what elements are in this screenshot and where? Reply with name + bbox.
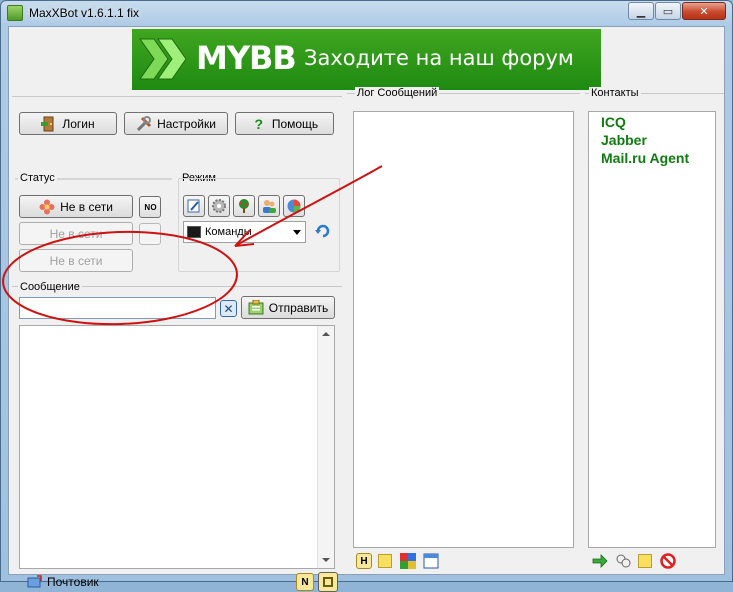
title-bar[interactable]: MaxXBot v1.6.1.1 fix ▁ ▭ ✕ <box>1 1 732 25</box>
contact-item[interactable]: ICQ <box>601 114 626 130</box>
main-window: MaxXBot v1.6.1.1 fix ▁ ▭ ✕ MYBB Заходите… <box>0 0 733 592</box>
n-toggle-button[interactable]: N <box>296 573 314 591</box>
contacts-group-label: Контакты <box>589 87 641 99</box>
contact-item[interactable]: Jabber <box>601 132 647 148</box>
refresh-icon <box>315 224 330 238</box>
mode-command-value: Команды <box>205 226 252 238</box>
help-button[interactable]: ? Помощь <box>235 112 334 135</box>
minimize-icon: ▁ <box>636 5 646 18</box>
ad-banner[interactable]: MYBB Заходите на наш форум <box>132 29 601 90</box>
status-offline-label: Не в сети <box>60 199 113 214</box>
close-button[interactable]: ✕ <box>682 2 726 20</box>
folder-icon[interactable] <box>638 554 652 568</box>
pie-chart-icon <box>287 199 301 213</box>
users-icon <box>263 200 276 213</box>
clear-message-button[interactable]: ✕ <box>220 300 237 317</box>
window-title: MaxXBot v1.6.1.1 fix <box>29 6 140 20</box>
left-panel: Логин Настройки ? Помощь Статус Не в сет… <box>12 96 342 592</box>
status-secondary-button[interactable]: Не в сети <box>19 222 133 245</box>
h-toggle-button[interactable]: H <box>356 553 372 569</box>
send-label: Отправить <box>268 300 329 315</box>
message-history[interactable] <box>19 325 335 569</box>
message-log[interactable] <box>353 111 574 548</box>
gear-icon <box>212 199 226 213</box>
indicator-text: N O <box>144 202 156 212</box>
copy-icon <box>323 577 333 587</box>
message-history-scrollbar[interactable] <box>317 326 334 568</box>
door-icon <box>41 116 54 131</box>
settings-label: Настройки <box>157 116 216 131</box>
help-label: Помощь <box>271 116 319 131</box>
clear-icon: ✕ <box>223 301 234 316</box>
login-button[interactable]: Логин <box>19 112 117 135</box>
banner-slogan: Заходите на наш форум <box>304 46 574 70</box>
chevron-down-icon <box>293 230 301 235</box>
tools-icon <box>137 115 152 131</box>
status-group-label: Статус <box>18 172 57 184</box>
network-indicator[interactable]: N O <box>139 196 161 218</box>
window-icon[interactable] <box>423 553 439 569</box>
group-users-icon[interactable] <box>615 553 631 569</box>
mode-users-button[interactable] <box>258 195 280 217</box>
minimize-button[interactable]: ▁ <box>628 2 654 20</box>
message-group-label: Сообщение <box>18 281 82 293</box>
log-panel: Лог Сообщений H <box>347 87 580 572</box>
send-message-icon <box>248 299 264 314</box>
mode-command-select[interactable]: Команды <box>183 221 306 243</box>
refresh-button[interactable] <box>314 222 332 240</box>
h-toggle-label: H <box>360 555 368 567</box>
status-tertiary-label: Не в сети <box>49 253 103 268</box>
pencil-icon <box>187 199 200 213</box>
contacts-list[interactable]: ICQ Jabber Mail.ru Agent <box>588 111 716 548</box>
banner-logo-text: MYBB <box>196 39 297 77</box>
secondary-indicator[interactable] <box>139 223 161 245</box>
mode-tree-button[interactable] <box>233 195 255 217</box>
window-controls: ▁ ▭ ✕ <box>627 2 726 20</box>
terminal-icon <box>187 226 201 238</box>
block-icon[interactable] <box>660 553 676 569</box>
client-area: MYBB Заходите на наш форум Логин Настрой… <box>8 26 725 592</box>
settings-button[interactable]: Настройки <box>124 112 228 135</box>
login-label: Логин <box>62 116 95 131</box>
message-input[interactable] <box>19 297 216 319</box>
n-toggle-label: N <box>301 576 309 588</box>
chevron-logo-icon <box>139 38 187 80</box>
status-secondary-label: Не в сети <box>49 226 103 241</box>
maximize-button[interactable]: ▭ <box>655 2 681 20</box>
scroll-down-icon <box>322 558 330 562</box>
status-offline-button[interactable]: Не в сети <box>19 195 133 218</box>
flower-status-icon <box>39 199 55 214</box>
palette-icon[interactable] <box>400 553 416 569</box>
scroll-up-icon <box>322 332 330 336</box>
contacts-panel: Контакты ICQ Jabber Mail.ru Agent <box>585 87 724 572</box>
copy-button[interactable] <box>318 572 338 592</box>
tree-icon <box>239 199 249 213</box>
status-tertiary-button[interactable]: Не в сети <box>19 249 133 272</box>
mode-edit-button[interactable] <box>183 195 205 217</box>
send-button[interactable]: Отправить <box>241 296 335 319</box>
app-icon <box>7 5 23 21</box>
maximize-icon: ▭ <box>662 5 674 18</box>
log-group-label: Лог Сообщений <box>355 87 440 99</box>
mailbox-icon <box>27 575 42 588</box>
note-icon[interactable] <box>378 554 392 568</box>
mailer-label: Почтовик <box>47 575 99 589</box>
arrow-right-icon[interactable] <box>592 554 608 568</box>
mode-chart-button[interactable] <box>283 195 305 217</box>
contact-item[interactable]: Mail.ru Agent <box>601 150 689 166</box>
mode-gear-button[interactable] <box>208 195 230 217</box>
question-icon: ? <box>254 115 264 132</box>
mailer-link[interactable]: Почтовик <box>27 575 99 589</box>
close-icon: ✕ <box>699 5 709 18</box>
